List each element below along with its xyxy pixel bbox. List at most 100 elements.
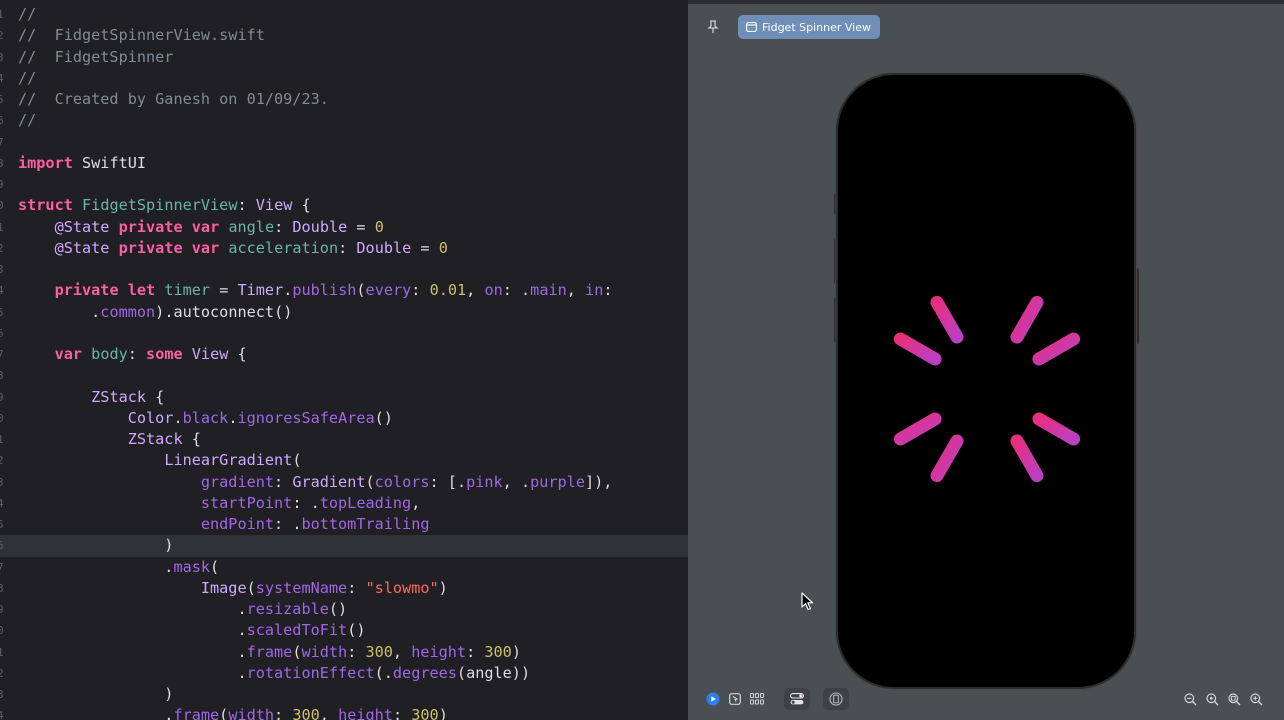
preview-tab-fidget-spinner-view[interactable]: Fidget Spinner View xyxy=(738,15,880,39)
code-token: () xyxy=(328,600,348,618)
code-line[interactable]: 4 .frame(width: 300, height: 300) xyxy=(0,705,688,720)
code-token: startPoint xyxy=(200,493,293,512)
code-line[interactable]: 2 // FidgetSpinnerView.swift xyxy=(0,25,688,46)
code-line[interactable]: 9 ZStack { xyxy=(0,387,688,408)
spinner-tick xyxy=(930,434,964,483)
device-settings-button[interactable] xyxy=(784,688,810,710)
code-line[interactable]: 1 @State private var angle: Double = 0 xyxy=(0,217,688,238)
code-line[interactable]: 5 // Created by Ganesh on 01/09/23. xyxy=(0,89,688,110)
code-token: 300 xyxy=(365,642,393,661)
code-line[interactable]: 9 .resizable() xyxy=(0,599,688,620)
line-number: 5 xyxy=(0,305,4,319)
line-number: 9 xyxy=(0,178,4,191)
live-mode-button[interactable] xyxy=(704,688,722,710)
code-token: var xyxy=(191,217,220,236)
code-line[interactable]: 2 @State private var acceleration: Doubl… xyxy=(0,238,688,259)
line-number: 9 xyxy=(0,603,4,616)
code-line[interactable]: 6 // xyxy=(0,110,688,131)
code-line[interactable]: 3 xyxy=(0,259,688,280)
code-line[interactable]: 2 LinearGradient( xyxy=(0,450,688,471)
zoom-out-button[interactable] xyxy=(1181,688,1199,710)
code-text: struct FidgetSpinnerView: View { xyxy=(18,195,311,216)
line-number: 5 xyxy=(0,518,4,531)
source-code[interactable]: 1 // 2 // FidgetSpinnerView.swift 3 // Fidget… xyxy=(0,4,688,720)
code-text: // FidgetSpinnerView.swift xyxy=(18,25,265,46)
variants-button[interactable] xyxy=(748,688,766,710)
code-line[interactable]: 2 .rotationEffect(.degrees(angle)) xyxy=(0,663,688,684)
code-token: : xyxy=(127,345,147,363)
code-token: scaledToFit xyxy=(246,621,348,640)
code-line[interactable]: 4 // xyxy=(0,68,688,89)
code-token: . xyxy=(18,663,247,682)
code-line[interactable]: 6 xyxy=(0,323,688,344)
code-line[interactable]: 3 // FidgetSpinner xyxy=(0,47,688,68)
code-line[interactable]: 0 struct FidgetSpinnerView: View { xyxy=(0,195,688,216)
code-line[interactable]: 8 Image(systemName: "slowmo") xyxy=(0,578,688,599)
code-token: ( xyxy=(210,557,220,576)
code-line[interactable]: 4 startPoint: .topLeading, xyxy=(0,493,688,514)
code-line[interactable]: 1 ZStack { xyxy=(0,429,688,450)
code-token: . xyxy=(18,600,247,618)
code-token: Double xyxy=(292,217,348,236)
selectable-mode-button[interactable] xyxy=(726,688,744,710)
code-token: , xyxy=(319,706,339,720)
zoom-to-fit-button[interactable] xyxy=(1225,688,1243,710)
spinner-tick xyxy=(1010,434,1044,483)
play-icon xyxy=(706,692,720,706)
code-line[interactable]: 8 xyxy=(0,365,688,386)
zoom-out-icon xyxy=(1183,692,1196,705)
code-line[interactable]: 7 .mask( xyxy=(0,557,688,578)
code-line[interactable]: 5 endPoint: .bottomTrailing xyxy=(0,514,688,535)
code-token: . xyxy=(18,642,247,661)
code-token: : . xyxy=(502,281,531,300)
code-token: ) xyxy=(18,536,174,555)
code-line[interactable]: 8 import SwiftUI xyxy=(0,153,688,174)
code-line[interactable]: 5 .common).autoconnect() xyxy=(0,302,688,323)
line-number: 3 xyxy=(0,263,4,276)
spinner-tick xyxy=(893,412,942,446)
code-line[interactable]: 7 xyxy=(0,132,688,153)
code-line[interactable]: 1 .frame(width: 300, height: 300) xyxy=(0,642,688,663)
code-editor[interactable]: 1 // 2 // FidgetSpinnerView.swift 3 // Fidget… xyxy=(0,0,688,720)
code-line[interactable]: 3 gradient: Gradient(colors: [.pink, .pu… xyxy=(0,472,688,493)
code-line[interactable]: 1 // xyxy=(0,4,688,25)
code-token: () xyxy=(374,408,393,427)
code-line[interactable]: 4 private let timer = Timer.publish(ever… xyxy=(0,280,688,301)
spinner-tick xyxy=(930,295,964,344)
code-token: purple xyxy=(530,472,585,491)
code-token: mask xyxy=(173,557,211,576)
device-button[interactable] xyxy=(823,688,849,710)
code-token: ZStack xyxy=(91,387,147,406)
code-text: ZStack { xyxy=(18,387,164,408)
code-token: , xyxy=(566,281,586,300)
code-token: View xyxy=(191,345,229,363)
preview-bottom-toolbar xyxy=(688,684,1284,714)
code-token: @State xyxy=(54,238,110,257)
zoom-fit-icon xyxy=(1227,692,1240,705)
zoom-to-100-button[interactable] xyxy=(1203,688,1221,710)
code-token: // FidgetSpinner xyxy=(18,47,174,66)
code-token: ]), xyxy=(584,472,613,491)
code-token: ) xyxy=(438,706,448,720)
code-line[interactable]: 6 ) xyxy=(0,535,688,557)
code-line[interactable]: 0 .scaledToFit() xyxy=(0,620,688,641)
code-line[interactable]: 9 xyxy=(0,174,688,195)
pin-preview-button[interactable] xyxy=(701,16,725,38)
code-line[interactable]: 3 ) xyxy=(0,684,688,705)
code-token: () xyxy=(347,621,366,640)
code-token: some xyxy=(146,345,183,363)
code-token: // FidgetSpinnerView.swift xyxy=(18,26,265,45)
zoom-in-button[interactable] xyxy=(1247,688,1265,710)
line-number: 8 xyxy=(0,156,4,170)
code-text: .scaledToFit() xyxy=(18,620,365,641)
line-number: 1 xyxy=(0,433,4,446)
code-line[interactable]: 7 var body: some View { xyxy=(0,344,688,365)
code-token: Image xyxy=(200,578,247,597)
zoom-in-icon xyxy=(1249,692,1262,705)
code-token: rotationEffect xyxy=(246,663,375,682)
code-line[interactable]: 0 Color.black.ignoresSafeArea() xyxy=(0,408,688,429)
